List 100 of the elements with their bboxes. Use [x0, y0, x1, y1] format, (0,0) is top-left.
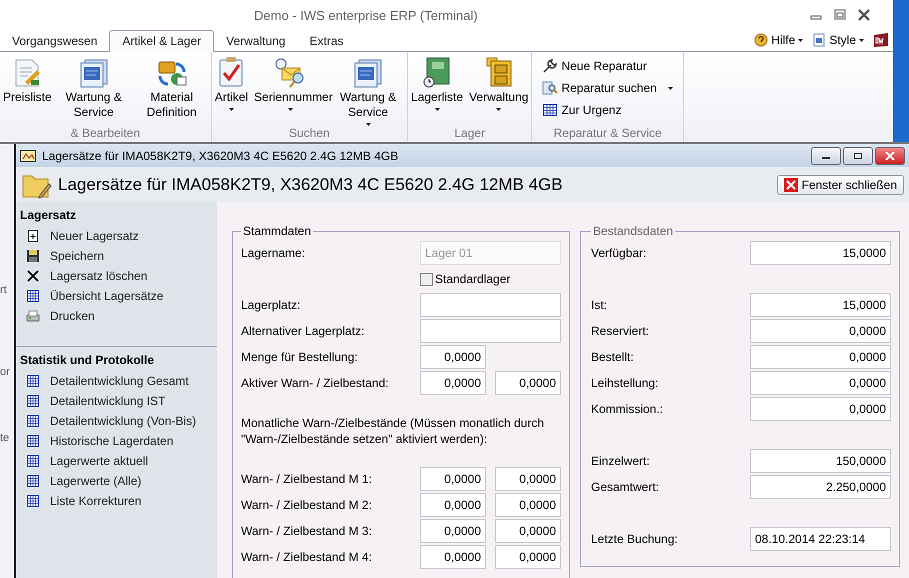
caret-icon: [859, 39, 864, 42]
menu-tab[interactable]: Vorgangswesen: [0, 31, 110, 51]
close-icon: [784, 178, 798, 192]
sidebar-item[interactable]: Lagerwerte aktuell: [16, 451, 217, 471]
menu-button[interactable]: Hilfe: [771, 33, 804, 47]
caret-icon: [288, 108, 293, 111]
ribbon-button[interactable]: Zur Urgenz: [542, 100, 673, 120]
number-field[interactable]: 0,0000: [420, 345, 486, 369]
field-label: Aktiver Warn- / Zielbestand:: [241, 376, 390, 390]
grid-icon: [26, 454, 40, 468]
delete-icon: [26, 269, 40, 283]
number-field[interactable]: 0,0000: [495, 493, 561, 517]
ribbon-button[interactable]: Lagerliste: [408, 56, 466, 126]
menu-button[interactable]: Style: [829, 33, 864, 47]
menu-tab[interactable]: Artikel & Lager: [109, 30, 214, 52]
number-field[interactable]: 08.10.2014 22:23:14: [750, 527, 891, 551]
group-title: Bestandsdaten: [592, 224, 674, 238]
window-title: Lagersätze für IMA058K2T9, X3620M3 4C E5620 2.4G 12MB 4GB: [42, 148, 398, 162]
field-label: Ist:: [591, 298, 608, 312]
wrench-icon: [542, 58, 558, 74]
field-label: Gesamtwert:: [591, 480, 660, 494]
document-icon: [812, 33, 826, 47]
number-field[interactable]: 0,0000: [750, 345, 891, 369]
field-label: Lagername:: [241, 246, 306, 260]
number-field[interactable]: 0,0000: [420, 371, 486, 395]
restore-button[interactable]: [843, 146, 873, 164]
field-label: Leihstellung:: [591, 376, 658, 390]
field-label: Einzelwert:: [591, 454, 650, 468]
background-text: or: [0, 366, 10, 378]
grid-icon: [26, 394, 40, 408]
number-field[interactable]: 150,0000: [750, 449, 891, 473]
number-field[interactable]: 0,0000: [495, 519, 561, 543]
sidebar-item[interactable]: Neuer Lagersatz: [16, 226, 217, 246]
close-window-button[interactable]: Fenster schließen: [776, 174, 904, 194]
ribbon-button[interactable]: Neue Reparatur: [542, 56, 673, 76]
caret-icon: [798, 39, 804, 42]
sidebar-item[interactable]: Lagerwerte (Alle): [16, 471, 217, 491]
ribbon-button[interactable]: Verwaltung: [466, 56, 532, 126]
ribbon-button[interactable]: Material Definition: [132, 56, 211, 126]
sidebar-item[interactable]: Speichern: [16, 246, 217, 266]
group-label: Suchen: [288, 126, 331, 142]
section-title: Lagersatz: [19, 207, 78, 224]
grid-icon: [26, 474, 40, 488]
sidebar-item[interactable]: Detailentwicklung (Von-Bis): [16, 411, 217, 431]
number-field[interactable]: 15,0000: [750, 241, 891, 265]
number-field[interactable]: 0,0000: [495, 467, 561, 491]
menu-tab[interactable]: Extras: [297, 31, 356, 51]
window-heading: Lagersätze für IMA058K2T9, X3620M3 4C E5620 2.4G 12MB 4GB: [58, 174, 563, 194]
close-button[interactable]: [875, 146, 905, 164]
number-field[interactable]: 0,0000: [750, 371, 891, 395]
field-label: Alternativer Lagerplatz:: [241, 324, 366, 338]
sidebar-item[interactable]: Liste Korrekturen: [16, 491, 217, 511]
field-label: Warn- / Zielbestand M 2:: [241, 498, 373, 512]
caret-icon: [228, 108, 234, 111]
grid-icon: [26, 434, 40, 448]
field-label: Reserviert:: [591, 324, 650, 338]
field-label: Kommission.:: [591, 402, 664, 416]
number-field[interactable]: 15,0000: [750, 293, 891, 317]
restore-icon: [853, 152, 863, 160]
ribbon-button[interactable]: Artikel: [212, 56, 252, 126]
field-label: Warn- / Zielbestand M 1:: [241, 472, 373, 486]
number-field[interactable]: 0,0000: [750, 397, 891, 421]
number-field[interactable]: 0,0000: [420, 467, 486, 491]
number-field[interactable]: 0,0000: [420, 545, 486, 569]
grid-icon: [542, 102, 558, 118]
checkbox[interactable]: Standardlager: [420, 272, 561, 286]
number-field[interactable]: 0,0000: [420, 493, 486, 517]
field-label: Warn- / Zielbestand M 3:: [241, 524, 373, 538]
close-icon[interactable]: [857, 8, 871, 22]
number-field[interactable]: 0,0000: [420, 519, 486, 543]
input-field[interactable]: [420, 293, 561, 317]
sidebar-item[interactable]: Historische Lagerdaten: [16, 431, 217, 451]
save-icon: [26, 249, 40, 263]
number-field[interactable]: 2.250,0000: [750, 475, 891, 499]
maximize-icon[interactable]: [833, 8, 847, 22]
background-text: rt: [0, 284, 7, 296]
sidebar-item[interactable]: Detailentwicklung IST: [16, 391, 217, 411]
menu-tab[interactable]: Verwaltung: [214, 31, 298, 51]
sidebar-item[interactable]: Lagersatz löschen: [16, 266, 217, 286]
help-icon: [754, 33, 768, 47]
sidebar-item[interactable]: Übersicht Lagersätze: [16, 286, 217, 306]
field-label: Warn- / Zielbestand M 4:: [241, 550, 373, 564]
new-document-icon: [26, 229, 40, 243]
number-field[interactable]: 0,0000: [495, 371, 561, 395]
field-label: Letzte Buchung:: [591, 532, 678, 546]
grid-icon: [26, 414, 40, 428]
sidebar-item[interactable]: Drucken: [16, 306, 217, 326]
number-field[interactable]: 0,0000: [750, 319, 891, 343]
background-text: te: [0, 432, 10, 444]
ribbon-button[interactable]: Reparatur suchen: [542, 78, 673, 98]
minimize-button[interactable]: [811, 146, 841, 164]
note-text: Monatliche Warn-/Zielbestände (Müssen monatlich durch "Warn-/Zielbestände setzen" aktiviert werden):: [241, 415, 546, 447]
group-title: Stammdaten: [242, 224, 312, 238]
number-field[interactable]: 0,0000: [495, 545, 561, 569]
sidebar-item[interactable]: Detailentwicklung Gesamt: [16, 371, 217, 391]
ribbon-button[interactable]: Preisliste: [0, 56, 55, 126]
group-label: & Bearbeiten: [70, 126, 142, 142]
window-title: Demo - IWS enterprise ERP (Terminal): [254, 8, 478, 22]
input-field[interactable]: [420, 319, 561, 343]
ribbon-button[interactable]: Wartung & Service: [54, 56, 133, 126]
